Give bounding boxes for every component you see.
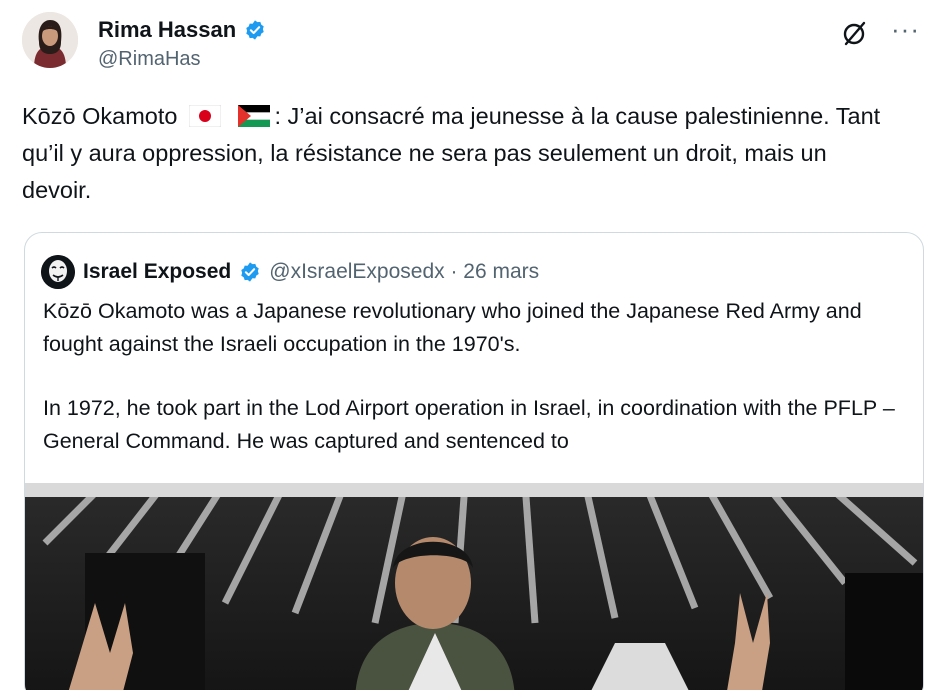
- tweet-text: Kōzō Okamoto : J’ai consacré ma jeunesse…: [22, 98, 902, 209]
- quoted-paragraph-1: Kōzō Okamoto was a Japanese revolutionar…: [43, 299, 862, 356]
- author-display-name[interactable]: Rima Hassan: [98, 17, 236, 43]
- author-avatar[interactable]: [22, 12, 78, 68]
- quoted-paragraph-2: In 1972, he took part in the Lod Airport…: [43, 396, 895, 453]
- tweet-header: Rima Hassan @RimaHas ···: [22, 12, 922, 78]
- quoted-handle-date: @xIsraelExposedx · 26 mars: [269, 260, 540, 283]
- palestine-flag-icon: [237, 104, 270, 127]
- japan-flag-icon: [188, 104, 221, 127]
- quoted-author-avatar[interactable]: [41, 255, 75, 289]
- quoted-display-name[interactable]: Israel Exposed: [83, 260, 231, 284]
- verified-badge-icon: [246, 20, 264, 40]
- quoted-tweet-text: Kōzō Okamoto was a Japanese revolutionar…: [43, 295, 909, 457]
- tweet-text-prefix: Kōzō Okamoto: [22, 103, 178, 129]
- verified-badge-icon: [241, 262, 259, 282]
- author-names: Rima Hassan @RimaHas: [98, 14, 266, 71]
- quoted-tweet-header: Israel Exposed @xIsraelExposedx · 26 mar…: [41, 255, 539, 289]
- author-handle[interactable]: @RimaHas: [98, 48, 266, 71]
- more-icon[interactable]: ···: [891, 16, 920, 42]
- grok-icon[interactable]: [842, 20, 868, 46]
- quoted-media-image[interactable]: [25, 480, 923, 690]
- quoted-tweet[interactable]: Israel Exposed @xIsraelExposedx · 26 mar…: [24, 232, 924, 690]
